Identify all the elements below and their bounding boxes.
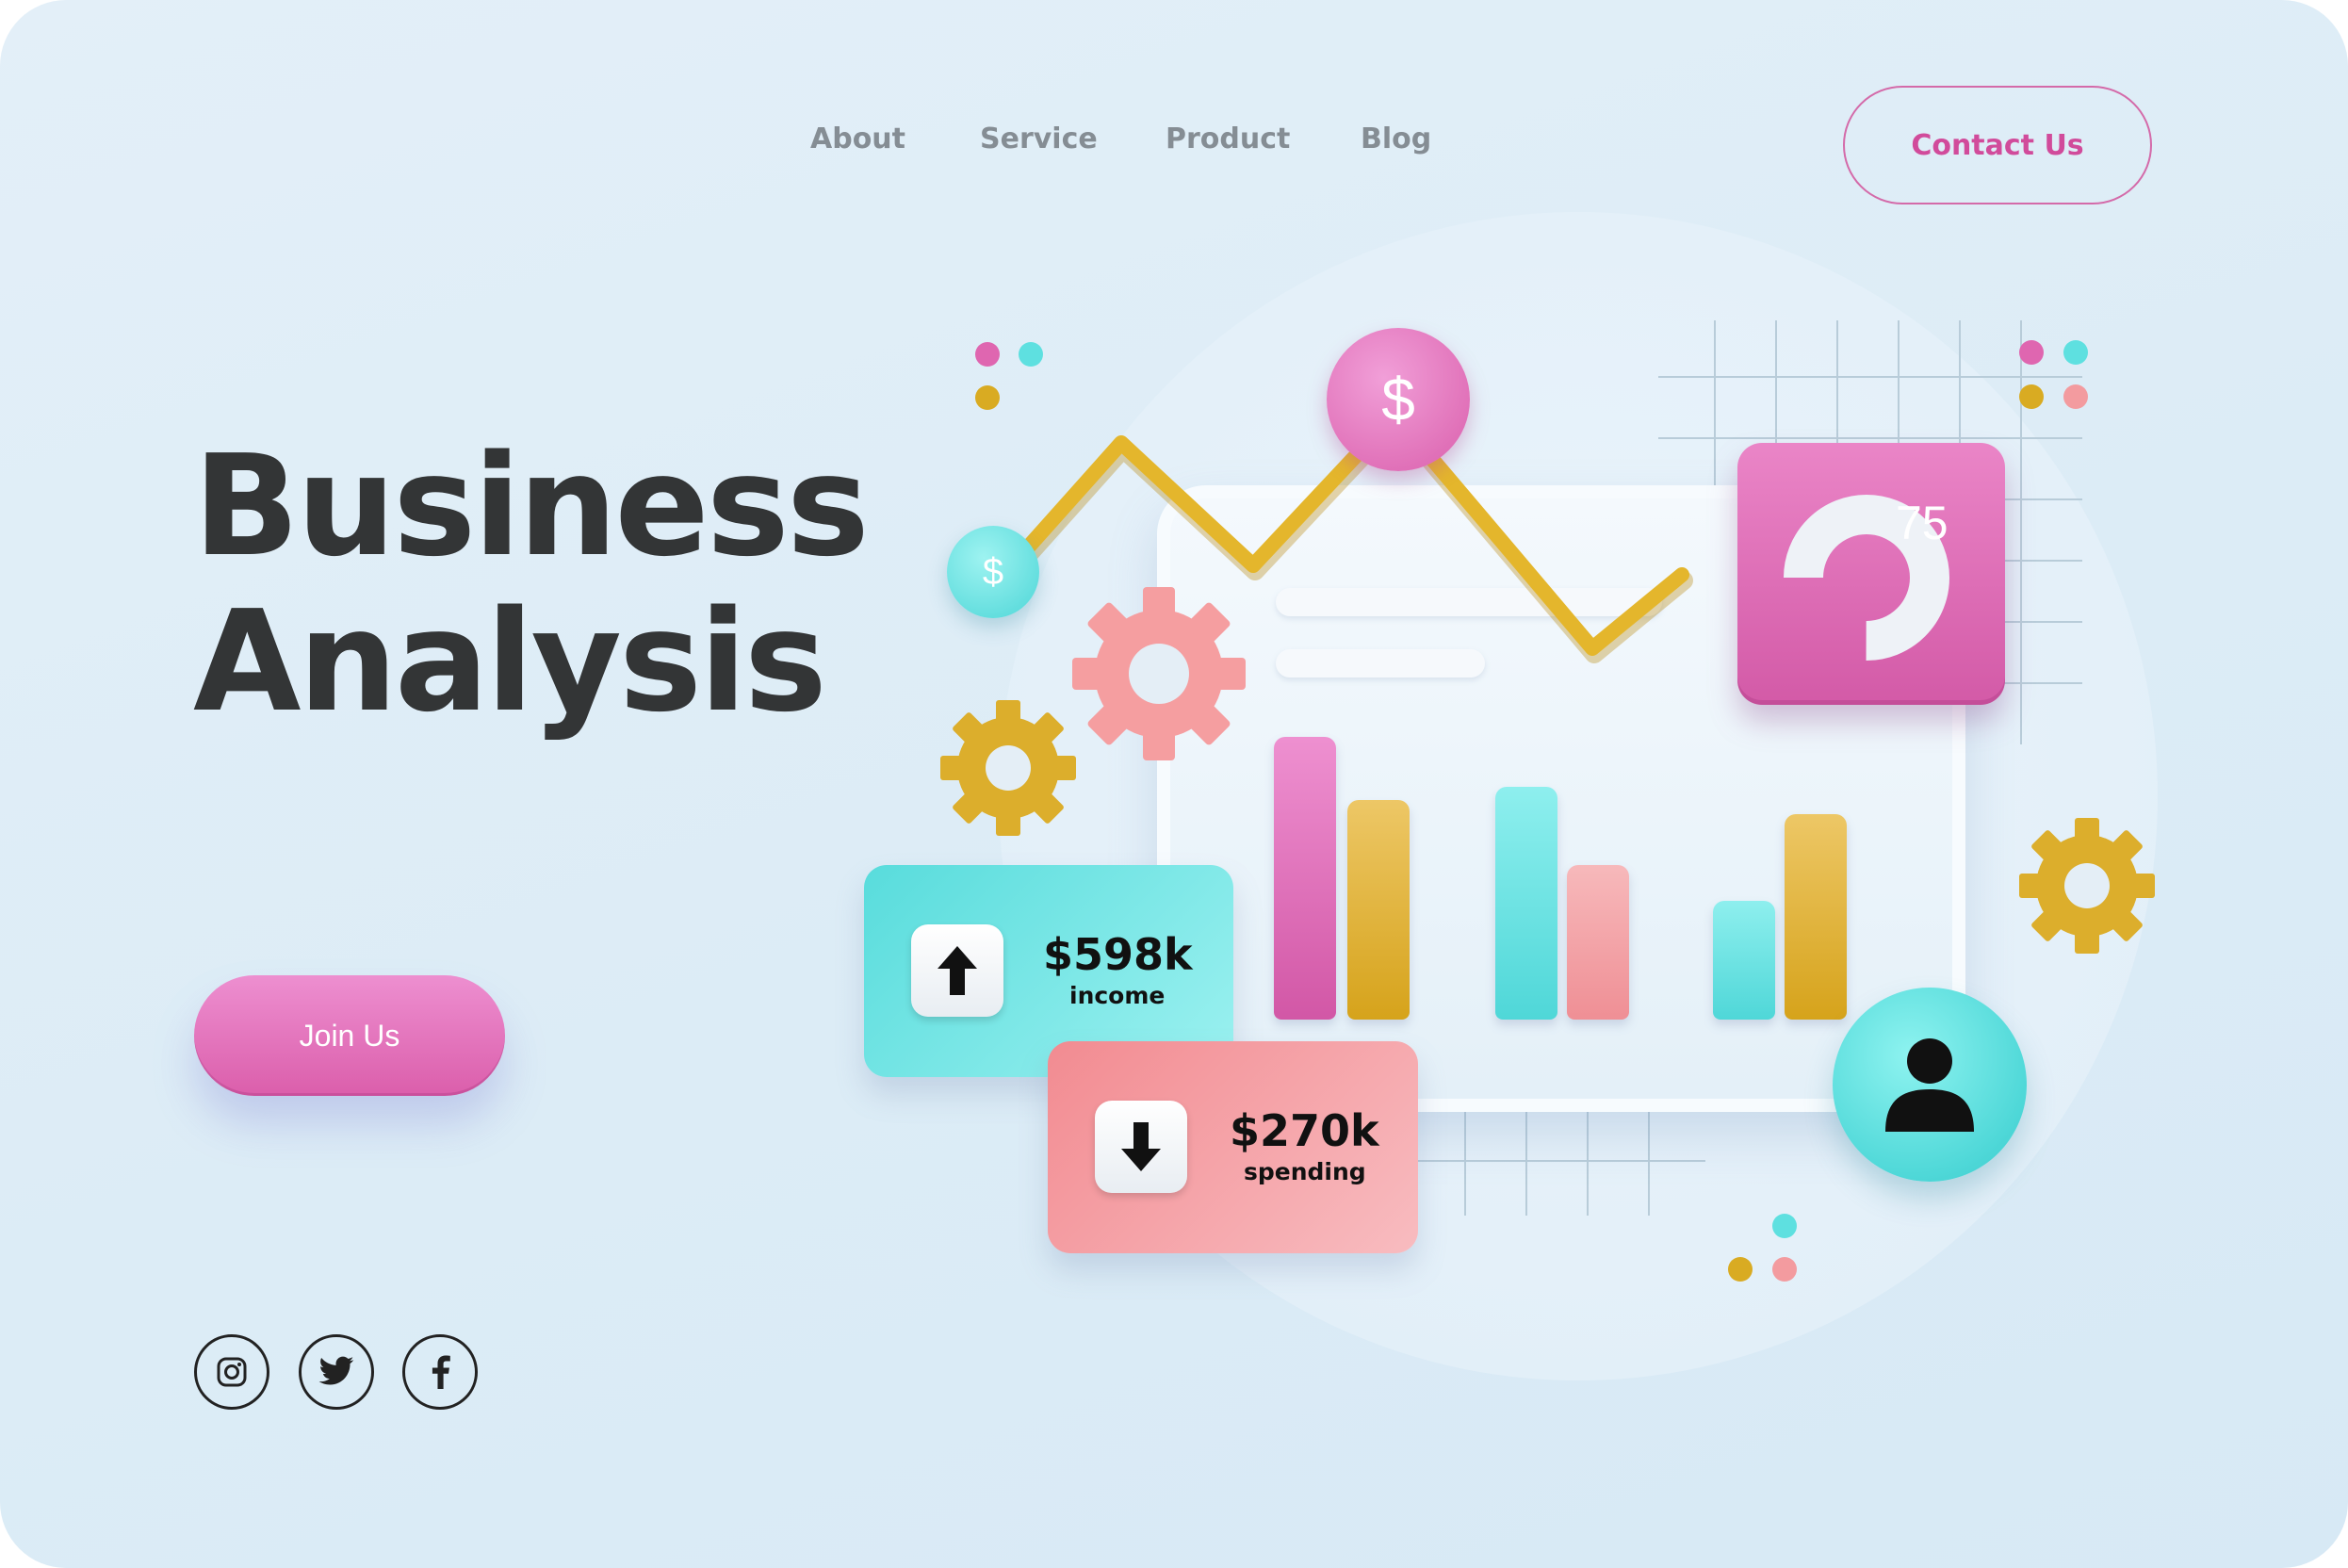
decor-dot — [975, 342, 1000, 367]
decor-dot — [2063, 384, 2088, 409]
chart-bar — [1495, 787, 1557, 1020]
arrow-down-icon — [1095, 1101, 1187, 1193]
gear-icon — [940, 700, 1076, 836]
facebook-icon[interactable] — [402, 1334, 478, 1410]
nav-blog[interactable]: Blog — [1361, 122, 1431, 155]
decor-dot — [1728, 1257, 1753, 1282]
decor-dot — [2019, 384, 2044, 409]
hero-title-line1: Business — [193, 425, 870, 587]
hero-title: Business Analysis — [193, 425, 870, 743]
decor-dot — [1019, 342, 1043, 367]
income-value: $598k — [1043, 929, 1193, 980]
gear-icon — [1072, 587, 1246, 760]
instagram-icon[interactable] — [194, 1334, 269, 1410]
pie-value: 75 — [1896, 497, 1949, 549]
decor-dot — [975, 385, 1000, 410]
dollar-coin-icon: $ — [1327, 328, 1470, 471]
nav-service[interactable]: Service — [980, 122, 1098, 155]
coin-symbol: $ — [982, 550, 1004, 593]
spending-value: $270k — [1230, 1105, 1379, 1156]
coin-symbol: $ — [1381, 366, 1415, 433]
contact-us-button[interactable]: Contact Us — [1843, 86, 2152, 204]
hero-title-line2: Analysis — [193, 580, 827, 743]
income-label: income — [1069, 982, 1166, 1009]
nav-product[interactable]: Product — [1166, 122, 1290, 155]
pie-chart-card: 75 — [1737, 443, 2005, 705]
decor-dot — [2019, 340, 2044, 365]
join-us-button[interactable]: Join Us — [194, 975, 505, 1096]
chart-bar — [1347, 800, 1410, 1020]
decor-dot — [1772, 1214, 1797, 1238]
twitter-icon[interactable] — [299, 1334, 374, 1410]
spending-label: spending — [1244, 1158, 1366, 1185]
chart-bar — [1567, 865, 1629, 1020]
nav-about[interactable]: About — [810, 122, 905, 155]
chart-bar — [1785, 814, 1847, 1020]
decor-dot — [2063, 340, 2088, 365]
landing-page: About Service Product Blog Contact Us Bu… — [0, 0, 2348, 1568]
spending-card: $270k spending — [1048, 1041, 1418, 1253]
user-icon — [1885, 1038, 1974, 1132]
decor-dot — [1772, 1257, 1797, 1282]
chart-bar — [1274, 737, 1336, 1020]
gear-icon — [2019, 818, 2155, 954]
arrow-up-icon — [911, 924, 1003, 1017]
user-avatar — [1833, 988, 2027, 1182]
chart-bar — [1713, 901, 1775, 1020]
dollar-coin-icon: $ — [947, 526, 1039, 618]
